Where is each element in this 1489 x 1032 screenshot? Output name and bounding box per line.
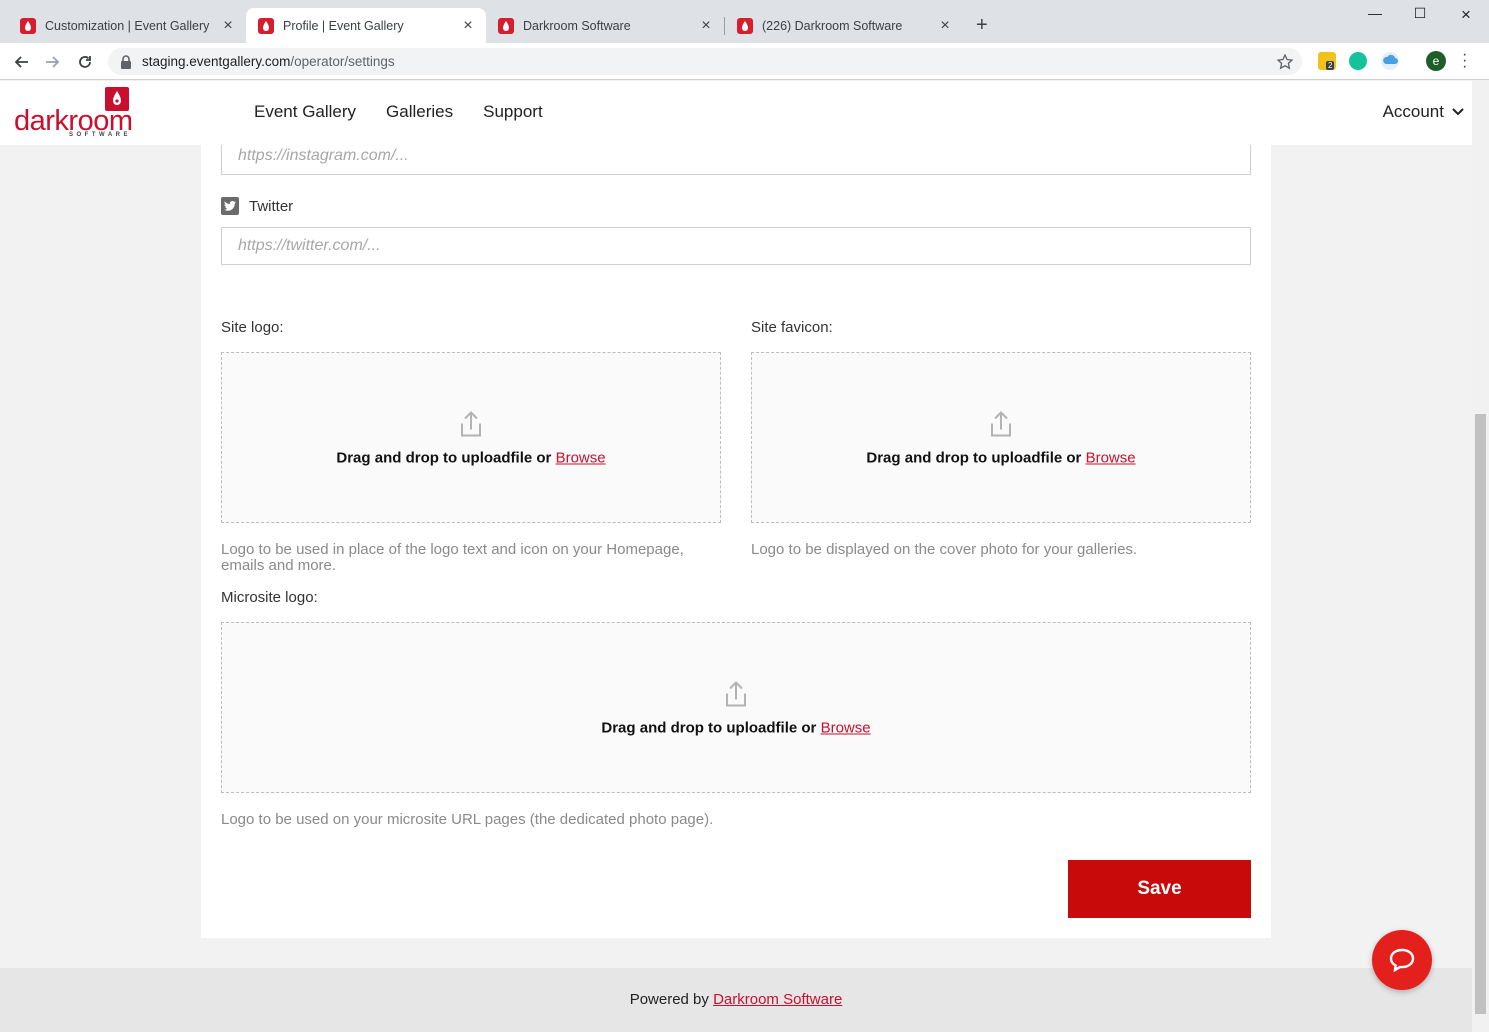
darkroom-favicon-icon — [258, 17, 274, 34]
microsite-logo-label: Microsite logo: — [221, 589, 318, 606]
upload-icon — [461, 410, 481, 436]
new-tab-icon[interactable]: + — [976, 15, 988, 35]
powered-by-text: Powered by — [629, 991, 709, 1008]
close-tab-icon[interactable]: × — [460, 17, 476, 34]
twitter-label: Twitter — [221, 197, 293, 215]
twitter-icon — [221, 197, 239, 215]
tab-title: Customization | Event Gallery — [45, 18, 210, 33]
microsite-logo-browse-link[interactable]: Browse — [821, 719, 871, 736]
forward-icon[interactable] — [42, 51, 64, 73]
site-header: darkroom SOFTWARE Event Gallery Gallerie… — [0, 81, 1472, 145]
chat-bubble-icon — [1389, 948, 1415, 973]
drop-text: Drag and drop to uploadfile or — [866, 449, 1082, 466]
save-button[interactable]: Save — [1068, 860, 1251, 918]
browser-tab-darkroom-226[interactable]: (226) Darkroom Software × — [725, 8, 963, 43]
browser-tab-profile[interactable]: Profile | Event Gallery × — [246, 8, 486, 43]
darkroom-favicon-icon — [737, 17, 753, 34]
logo-drop-icon — [105, 87, 129, 111]
extension-badge: 2 — [1326, 61, 1335, 70]
close-window-icon[interactable]: × — [1443, 5, 1489, 25]
twitter-placeholder: https://twitter.com/... — [238, 237, 381, 254]
drop-text: Drag and drop to uploadfile or — [601, 719, 817, 736]
scrollbar-thumb[interactable] — [1475, 414, 1486, 1014]
chevron-down-icon — [1452, 108, 1464, 116]
main-nav: Event Gallery Galleries Support — [254, 102, 573, 122]
maximize-window-icon[interactable]: ☐ — [1397, 5, 1443, 22]
tab-title: Profile | Event Gallery — [283, 18, 404, 33]
extension-notes-icon[interactable]: 2 — [1318, 52, 1336, 70]
nav-galleries[interactable]: Galleries — [386, 102, 453, 122]
address-bar[interactable]: staging.eventgallery.com/operator/settin… — [108, 48, 1302, 75]
grammarly-icon[interactable] — [1349, 52, 1367, 70]
browser-tab-darkroom[interactable]: Darkroom Software × — [486, 8, 724, 43]
url-host: staging.eventgallery.com — [142, 54, 291, 69]
tab-title: (226) Darkroom Software — [762, 18, 903, 33]
browser-toolbar: staging.eventgallery.com/operator/settin… — [0, 43, 1489, 80]
site-favicon-help: Logo to be displayed on the cover photo … — [751, 541, 1138, 558]
site-footer: Powered by Darkroom Software — [0, 968, 1472, 1032]
upload-icon — [726, 680, 746, 706]
browser-menu-icon[interactable]: · · · — [1462, 47, 1467, 75]
drop-text: Drag and drop to uploadfile or — [336, 449, 552, 466]
profile-avatar[interactable]: e — [1426, 51, 1446, 71]
cloud-extension-icon[interactable] — [1381, 52, 1399, 70]
darkroom-favicon-icon — [20, 17, 36, 34]
lock-icon — [121, 54, 131, 69]
minimize-window-icon[interactable]: — — [1352, 5, 1398, 21]
site-logo-label: Site logo: — [221, 319, 284, 336]
darkroom-software-link[interactable]: Darkroom Software — [713, 991, 842, 1008]
site-logo-browse-link[interactable]: Browse — [556, 449, 606, 466]
reload-icon[interactable] — [74, 51, 96, 73]
site-favicon-browse-link[interactable]: Browse — [1086, 449, 1136, 466]
logo-subtitle: SOFTWARE — [69, 132, 131, 138]
page-scrollbar[interactable] — [1472, 81, 1489, 1032]
nav-event-gallery[interactable]: Event Gallery — [254, 102, 356, 122]
close-tab-icon[interactable]: × — [220, 17, 236, 34]
upload-icon — [991, 410, 1011, 436]
site-logo-help: Logo to be used in place of the logo tex… — [221, 541, 684, 574]
close-tab-icon[interactable]: × — [937, 17, 953, 34]
url-path: /operator/settings — [290, 54, 395, 69]
tab-title: Darkroom Software — [523, 18, 631, 33]
darkroom-logo[interactable]: darkroom SOFTWARE — [14, 87, 134, 141]
account-label: Account — [1382, 102, 1444, 121]
browser-tab-bar: Customization | Event Gallery × Profile … — [0, 0, 1489, 43]
nav-support[interactable]: Support — [483, 102, 543, 122]
instagram-placeholder: https://instagram.com/... — [238, 147, 409, 164]
twitter-url-input[interactable]: https://twitter.com/... — [221, 227, 1251, 265]
account-menu[interactable]: Account — [1383, 102, 1464, 122]
microsite-logo-help: Logo to be used on your microsite URL pa… — [221, 811, 714, 828]
chat-launcher-button[interactable] — [1372, 930, 1432, 990]
site-favicon-label: Site favicon: — [751, 319, 833, 336]
site-favicon-dropzone[interactable]: Drag and drop to uploadfile or Browse — [751, 352, 1251, 523]
close-tab-icon[interactable]: × — [698, 17, 714, 34]
browser-tab-customization[interactable]: Customization | Event Gallery × — [8, 8, 246, 43]
bookmark-star-icon[interactable] — [1277, 54, 1293, 70]
twitter-label-text: Twitter — [249, 197, 294, 215]
back-icon[interactable] — [10, 51, 32, 73]
site-logo-dropzone[interactable]: Drag and drop to uploadfile or Browse — [221, 352, 721, 523]
darkroom-favicon-icon — [498, 17, 514, 34]
microsite-logo-dropzone[interactable]: Drag and drop to uploadfile or Browse — [221, 622, 1251, 793]
